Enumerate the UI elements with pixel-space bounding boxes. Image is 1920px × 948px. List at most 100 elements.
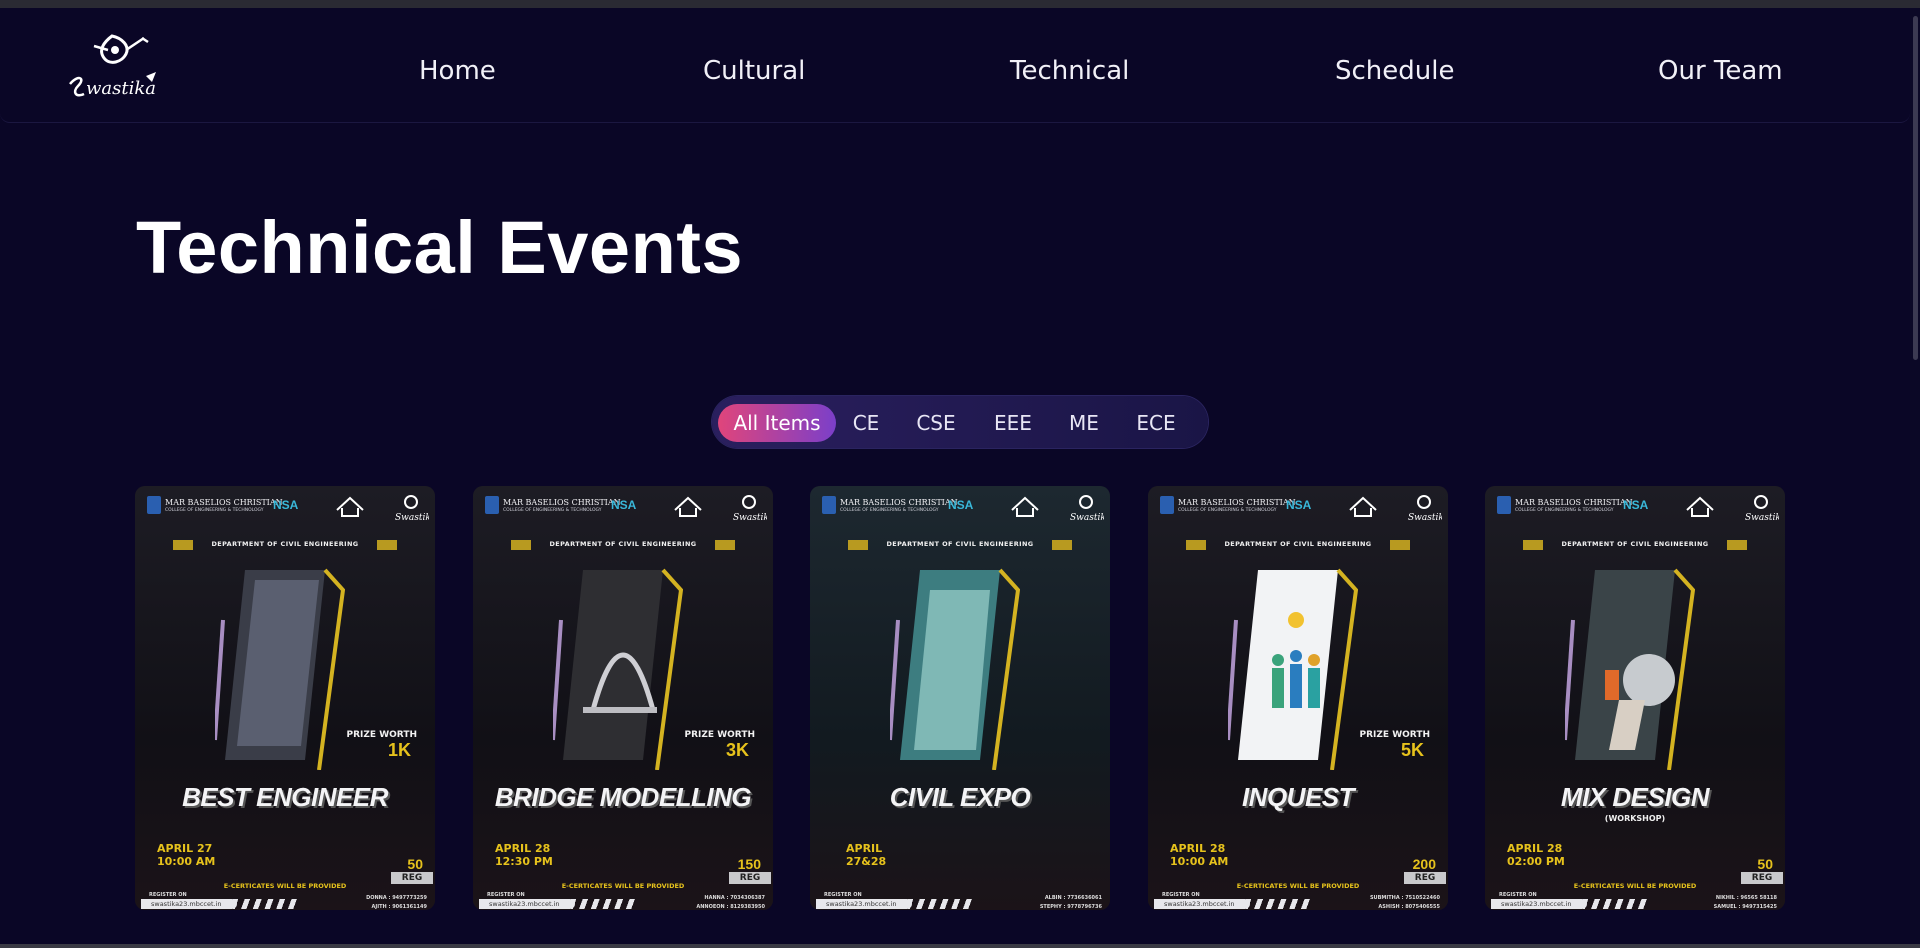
poster-footer: REGISTER ON swastika23.mbccet.in HANNA :…	[473, 890, 773, 910]
nav-our-team[interactable]: Our Team	[1658, 56, 1783, 86]
college-crest-icon	[1160, 496, 1174, 514]
poster-footer: REGISTER ON swastika23.mbccet.in DONNA :…	[135, 890, 435, 910]
college-crest-icon	[147, 496, 161, 514]
event-date: APRIL 28 10:00 AM	[1170, 842, 1229, 868]
association-house-icon	[1686, 496, 1714, 517]
svg-text:Swastika: Swastika	[1408, 513, 1442, 523]
register-on-label: REGISTER ON	[1162, 892, 1200, 898]
college-crest-icon	[485, 496, 499, 514]
event-title: BEST ENGINEER	[182, 782, 388, 812]
event-date: APRIL 28 02:00 PM	[1507, 842, 1565, 868]
register-on-label: REGISTER ON	[824, 892, 862, 898]
swastika-mini-logo: Swastika	[1070, 495, 1104, 523]
nsa-logo: NSA	[273, 498, 299, 512]
college-crest-icon	[822, 496, 836, 514]
svg-text:Swastika: Swastika	[1070, 513, 1104, 523]
institution-subtitle: COLLEGE OF ENGINEERING & TECHNOLOGY	[165, 508, 264, 513]
register-url: swastika23.mbccet.in	[1154, 899, 1250, 909]
certificate-note: E-CERTICATES WILL BE PROVIDED	[1236, 882, 1360, 890]
swastika-logo[interactable]: wastika	[64, 28, 164, 106]
browser-top-strip	[0, 0, 1920, 8]
event-title: CIVIL EXPO	[889, 782, 1031, 812]
nav-cultural[interactable]: Cultural	[703, 56, 805, 86]
poster-footer: REGISTER ON swastika23.mbccet.in SUBMITH…	[1148, 890, 1448, 910]
decorative-stripes	[908, 899, 972, 909]
nsa-logo: NSA	[611, 498, 637, 512]
nav-technical[interactable]: Technical	[1010, 56, 1129, 86]
event-card-best-engineer[interactable]: MAR BASELIOS CHRISTIAN COLLEGE OF ENGINE…	[135, 486, 435, 910]
nsa-logo: NSA	[1286, 498, 1312, 512]
svg-text:Swastika: Swastika	[1745, 513, 1779, 523]
event-card-inquest[interactable]: MAR BASELIOS CHRISTIAN COLLEGE OF ENGINE…	[1148, 486, 1448, 910]
swastika-mini-logo: Swastika	[1745, 495, 1779, 523]
contact-info: HANNA : 7034306387 ANNOEON : 8129383950	[696, 895, 765, 910]
register-url: swastika23.mbccet.in	[1491, 899, 1587, 909]
event-title: INQUEST	[1241, 782, 1355, 812]
filter-me[interactable]: ME	[1062, 404, 1106, 442]
institution-name: MAR BASELIOS CHRISTIAN	[1515, 498, 1633, 507]
decorative-stripes	[1583, 899, 1647, 909]
scrollbar-track[interactable]	[1910, 8, 1920, 944]
department-banner: DEPARTMENT OF CIVIL ENGINEERING	[1523, 540, 1747, 550]
contact-info: ALBIN : 7736636061 STEPHY : 9778796736	[1039, 895, 1102, 910]
nsa-logo: NSA	[948, 498, 974, 512]
register-url: swastika23.mbccet.in	[479, 899, 575, 909]
svg-text:Swastika: Swastika	[733, 513, 767, 523]
swastika-mini-logo: Swastika	[395, 495, 429, 523]
poster-footer: REGISTER ON swastika23.mbccet.in ALBIN :…	[810, 890, 1110, 910]
event-card-civil-expo[interactable]: MAR BASELIOS CHRISTIAN COLLEGE OF ENGINE…	[810, 486, 1110, 910]
register-url: swastika23.mbccet.in	[141, 899, 237, 909]
decorative-stripes	[233, 899, 297, 909]
swastika-mini-logo: Swastika	[733, 495, 767, 523]
certificate-note: E-CERTICATES WILL BE PROVIDED	[1573, 882, 1697, 890]
poster-photo-frame	[1228, 568, 1358, 770]
association-house-icon	[1011, 496, 1039, 517]
college-crest-icon	[1497, 496, 1511, 514]
prize-value: 3K	[725, 740, 749, 760]
filter-all-items[interactable]: All Items	[718, 404, 836, 442]
institution-name: MAR BASELIOS CHRISTIAN	[1178, 498, 1296, 507]
scrollbar-thumb[interactable]	[1913, 16, 1918, 360]
event-card-mix-design[interactable]: MAR BASELIOS CHRISTIAN COLLEGE OF ENGINE…	[1485, 486, 1785, 910]
svg-text:wastika: wastika	[86, 78, 156, 99]
nsa-logo: NSA	[1623, 498, 1649, 512]
registration-fee: 200	[1412, 856, 1436, 872]
contact-info: NIKHIL : 96565 58118 SAMUEL : 9497315425	[1713, 895, 1777, 910]
event-date: APRIL 27 10:00 AM	[157, 842, 216, 868]
institution-subtitle: COLLEGE OF ENGINEERING & TECHNOLOGY	[840, 508, 939, 513]
svg-text:Swastika: Swastika	[395, 513, 429, 523]
decorative-stripes	[1246, 899, 1310, 909]
nav-home[interactable]: Home	[419, 56, 496, 86]
swastika-mini-logo: Swastika	[1408, 495, 1442, 523]
navbar: wastika Home Cultural Technical Schedule…	[0, 8, 1910, 123]
institution-name: MAR BASELIOS CHRISTIAN	[165, 498, 283, 507]
certificate-note: E-CERTICATES WILL BE PROVIDED	[561, 882, 685, 890]
registration-fee: 50	[407, 856, 423, 872]
filter-cse[interactable]: CSE	[908, 404, 964, 442]
institution-subtitle: COLLEGE OF ENGINEERING & TECHNOLOGY	[503, 508, 602, 513]
prize-label: PRIZE WORTH	[684, 730, 755, 740]
association-house-icon	[1349, 496, 1377, 517]
contact-info: DONNA : 9497773259 AJITH : 9061361149	[366, 895, 427, 910]
institution-subtitle: COLLEGE OF ENGINEERING & TECHNOLOGY	[1515, 508, 1614, 513]
filter-ce[interactable]: CE	[844, 404, 888, 442]
department-banner: DEPARTMENT OF CIVIL ENGINEERING	[848, 540, 1072, 550]
filter-ece[interactable]: ECE	[1128, 404, 1184, 442]
department-banner: DEPARTMENT OF CIVIL ENGINEERING	[511, 540, 735, 550]
event-card-bridge-modelling[interactable]: MAR BASELIOS CHRISTIAN COLLEGE OF ENGINE…	[473, 486, 773, 910]
filter-bar: All Items CE CSE EEE ME ECE	[712, 396, 1208, 448]
prize-value: 5K	[1400, 740, 1424, 760]
event-title: MIX DESIGN	[1560, 782, 1710, 812]
decorative-stripes	[571, 899, 635, 909]
department-banner: DEPARTMENT OF CIVIL ENGINEERING	[1186, 540, 1410, 550]
filter-eee[interactable]: EEE	[985, 404, 1041, 442]
registration-fee: 50	[1757, 856, 1773, 872]
prize-label: PRIZE WORTH	[1359, 730, 1430, 740]
certificate-note: E-CERTICATES WILL BE PROVIDED	[223, 882, 347, 890]
institution-name: MAR BASELIOS CHRISTIAN	[840, 498, 958, 507]
poster-photo-frame	[553, 568, 683, 770]
institution-subtitle: COLLEGE OF ENGINEERING & TECHNOLOGY	[1178, 508, 1277, 513]
poster-photo-frame	[890, 568, 1020, 770]
nav-schedule[interactable]: Schedule	[1335, 56, 1454, 86]
register-on-label: REGISTER ON	[149, 892, 187, 898]
